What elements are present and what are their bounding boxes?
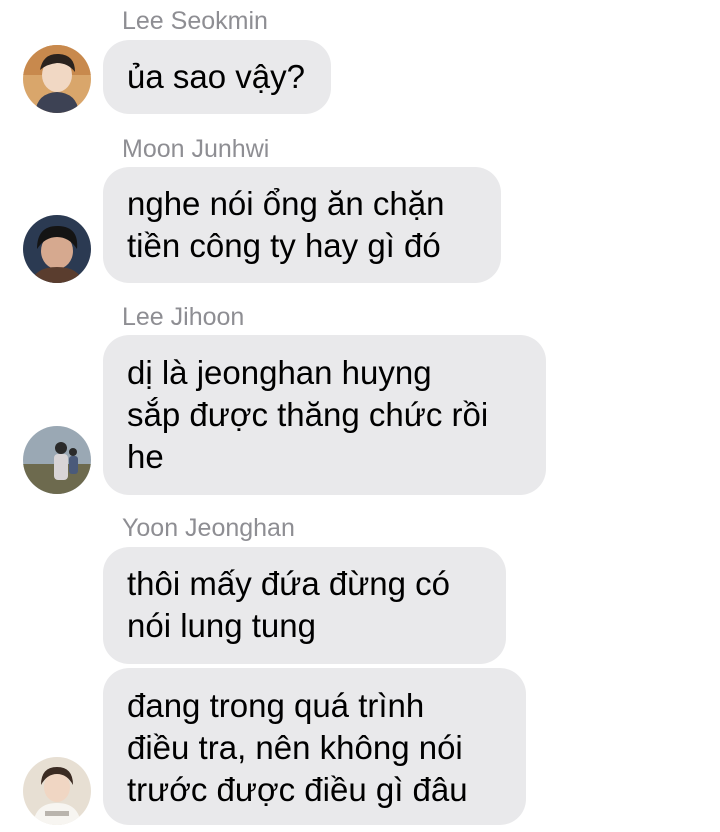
message-text: thôi mấy đứa đừng có bbox=[127, 565, 451, 602]
sender-name: Moon Junhwi bbox=[122, 135, 270, 163]
avatar-icon[interactable] bbox=[23, 757, 91, 825]
message-text: he bbox=[127, 438, 164, 475]
message-text: điều tra, nên không nói bbox=[127, 729, 463, 766]
message-bubble[interactable]: nghe nói ổng ăn chặn tiền công ty hay gì… bbox=[103, 167, 501, 283]
message-bubble[interactable]: ủa sao vậy? bbox=[103, 40, 331, 114]
sender-name: Lee Jihoon bbox=[122, 303, 245, 331]
message-text: đang trong quá trình bbox=[127, 687, 425, 724]
message-text: sắp được thăng chức rồi bbox=[127, 396, 489, 433]
message-text: trước được điều gì đâu bbox=[127, 771, 468, 808]
avatar-icon[interactable] bbox=[23, 215, 91, 283]
sender-name: Lee Seokmin bbox=[122, 7, 268, 35]
message-text: ủa sao vậy? bbox=[127, 58, 305, 95]
message-text: nghe nói ổng ăn chặn bbox=[127, 185, 445, 222]
message-text: nói lung tung bbox=[127, 607, 316, 644]
message-text: tiền công ty hay gì đó bbox=[127, 227, 441, 264]
message-bubble[interactable]: đang trong quá trình điều tra, nên không… bbox=[103, 668, 526, 825]
sender-name: Yoon Jeonghan bbox=[122, 514, 295, 542]
avatar-icon[interactable] bbox=[23, 45, 91, 113]
message-text: dị là jeonghan huyng bbox=[127, 354, 432, 391]
message-bubble[interactable]: dị là jeonghan huyng sắp được thăng chức… bbox=[103, 335, 546, 495]
avatar-icon[interactable] bbox=[23, 426, 91, 494]
message-bubble[interactable]: thôi mấy đứa đừng có nói lung tung bbox=[103, 547, 506, 664]
